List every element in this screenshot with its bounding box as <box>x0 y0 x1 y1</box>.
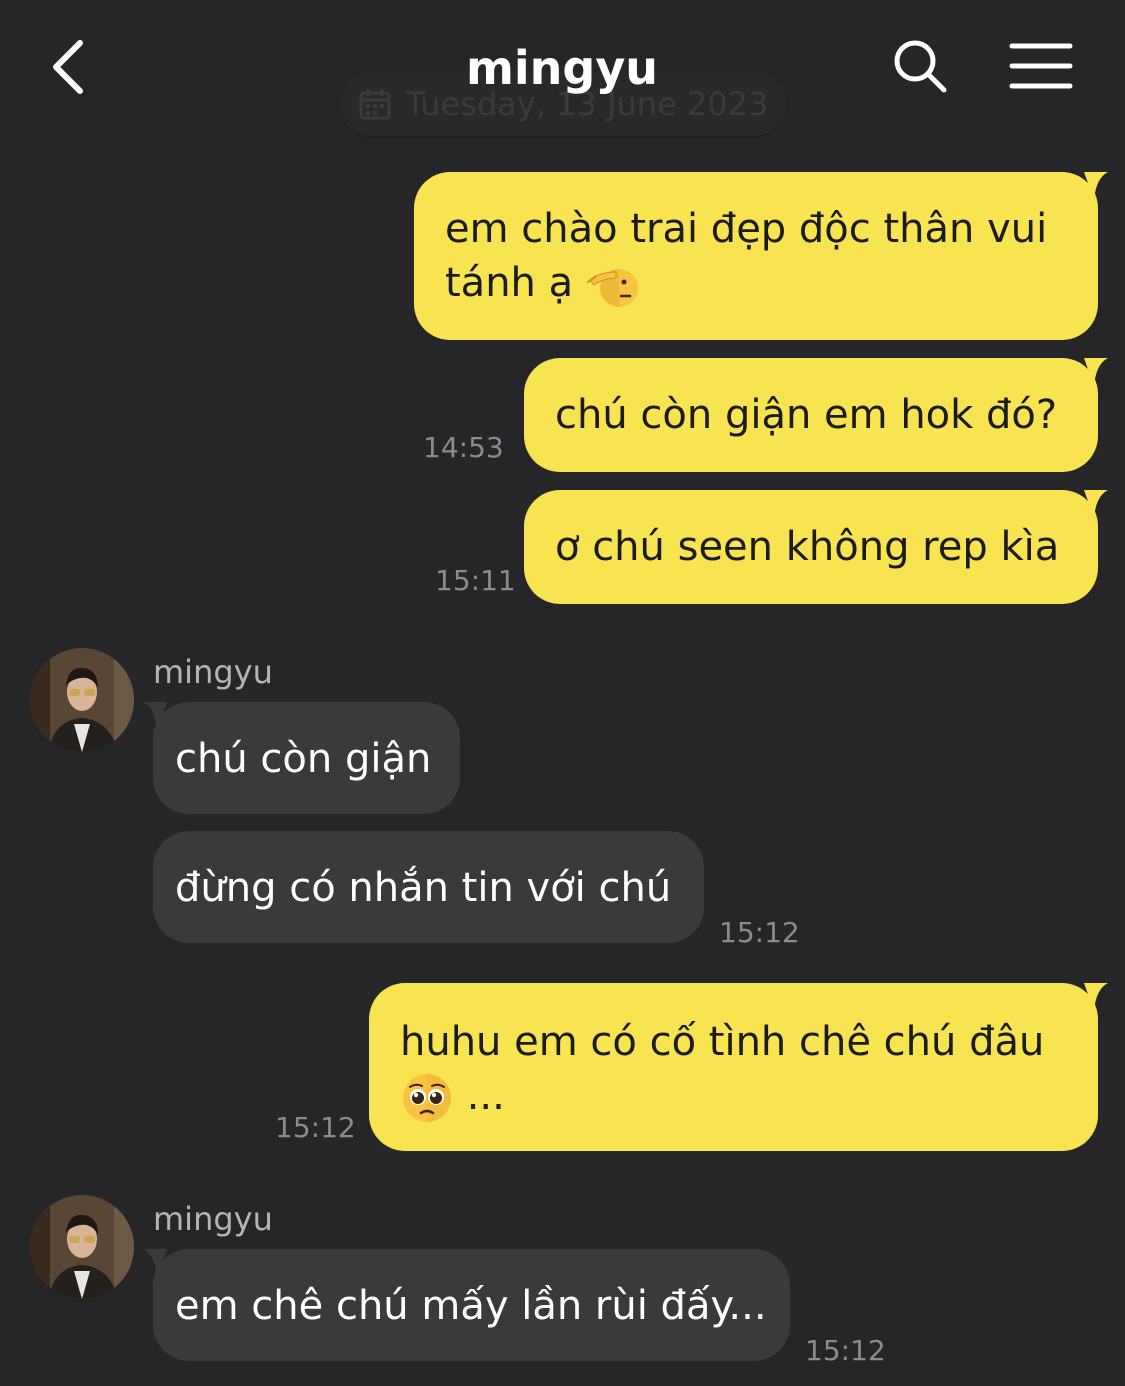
message-text: tánh ạ <box>445 260 574 306</box>
bubble-tail <box>143 1249 167 1277</box>
message-timestamp: 15:11 <box>435 564 516 597</box>
chat-header: Tuesday, 13 June 2023 mingyu <box>0 0 1125 140</box>
avatar-image <box>30 648 134 752</box>
avatar[interactable] <box>30 648 134 752</box>
message-timestamp: 15:12 <box>719 916 800 949</box>
incoming-message[interactable]: chú còn giận <box>143 702 460 814</box>
message-text: em chê chú mấy lần rùi đấy... <box>175 1283 767 1329</box>
message-timestamp: 15:12 <box>805 1334 886 1367</box>
bubble-tail <box>1084 983 1108 1011</box>
message-text: chú còn giận em hok đó? <box>555 392 1058 438</box>
sender-name: mingyu <box>153 1200 273 1238</box>
message-text: đừng có nhắn tin với chú <box>175 865 672 911</box>
sender-name: mingyu <box>153 653 273 691</box>
back-icon <box>53 40 83 94</box>
back-button[interactable] <box>36 32 100 102</box>
chat-title: mingyu <box>465 41 659 95</box>
outgoing-message[interactable]: em chào trai đẹp độc thân vui tánh ạ <box>414 172 1108 340</box>
message-timestamp: 15:12 <box>275 1111 356 1144</box>
message-text: chú còn giận <box>175 736 432 782</box>
message-text: ... <box>466 1073 505 1119</box>
saluting-face-emoji <box>586 269 638 307</box>
bubble-tail <box>1084 490 1108 518</box>
message-text-line: em chào trai đẹp độc thân vui <box>445 206 1048 252</box>
message-text: ơ chú seen không rep kìa <box>555 524 1060 570</box>
outgoing-message[interactable]: ơ chú seen không rep kìa <box>524 490 1108 604</box>
bubble-tail <box>143 702 167 730</box>
incoming-message[interactable]: em chê chú mấy lần rùi đấy... <box>143 1249 790 1361</box>
incoming-message[interactable]: đừng có nhắn tin với chú <box>153 831 704 943</box>
message-timestamp: 14:53 <box>423 431 504 464</box>
bubble-tail <box>1084 172 1108 200</box>
menu-icon <box>1009 43 1073 89</box>
outgoing-message[interactable]: chú còn giận em hok đó? <box>524 358 1108 472</box>
bubble-tail <box>1084 358 1108 386</box>
message-text-line-2: tánh ạ <box>445 256 1068 312</box>
message-text-line-2: ... <box>400 1069 1098 1125</box>
search-button[interactable] <box>884 30 956 102</box>
avatar-image <box>30 1195 134 1299</box>
pleading-face-emoji <box>403 1074 451 1122</box>
message-text-line: huhu em có cố tình chê chú đâu <box>400 1019 1045 1065</box>
outgoing-message[interactable]: huhu em có cố tình chê chú đâu ... <box>369 983 1108 1151</box>
avatar[interactable] <box>30 1195 134 1299</box>
search-icon <box>894 40 947 93</box>
menu-button[interactable] <box>1002 30 1080 102</box>
